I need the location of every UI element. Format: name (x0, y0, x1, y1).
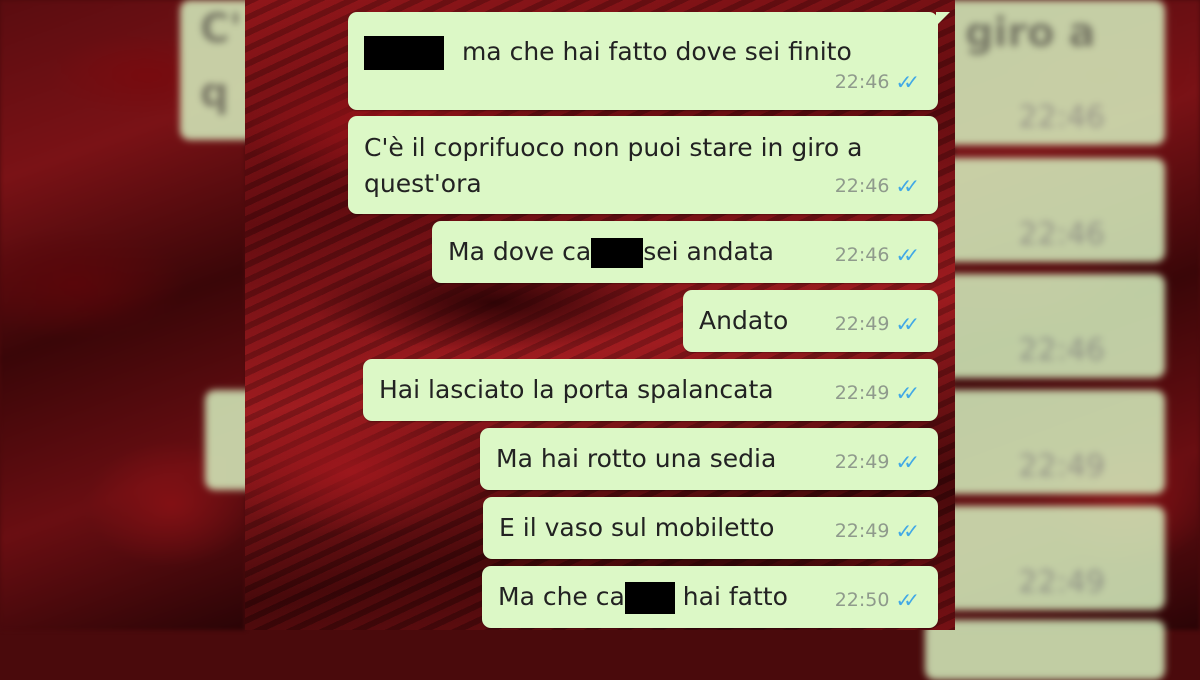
blurred-bubble: 22:49 (925, 506, 1165, 610)
message-bubble[interactable]: ma che hai fatto dove sei finito 22:46 ✓… (348, 12, 950, 110)
message-meta: 22:49 ✓✓ (835, 513, 920, 549)
message-meta: 22:49 ✓✓ (835, 306, 920, 342)
blurred-text: C' (200, 6, 242, 52)
message-time: 22:46 (834, 175, 890, 197)
redaction-box (624, 582, 675, 614)
redaction-box (364, 36, 444, 70)
message-time: 22:46 (834, 71, 890, 93)
message-text: Ma dove ca sei andata (448, 237, 774, 268)
message-text: E il vaso sul mobiletto (499, 513, 775, 542)
message-time: 22:49 (834, 313, 890, 335)
message-meta: 22:49 ✓✓ (835, 375, 920, 411)
message-bubble[interactable]: Ma che ca hai fatto 22:50 ✓✓ (482, 566, 938, 628)
message-meta: 22:50 ✓✓ (835, 582, 920, 618)
blurred-background-left: C' q (0, 0, 265, 630)
blurred-bubble: giro a 22:46 (925, 0, 1165, 145)
message-text: Andato (699, 306, 789, 335)
double-check-read-icon: ✓✓ (895, 174, 919, 198)
message-text: Ma hai rotto una sedia (496, 444, 777, 473)
double-check-read-icon: ✓✓ (895, 519, 919, 543)
blurred-bubble: 22:46 (925, 158, 1165, 262)
message-meta: 22:49 ✓✓ (835, 444, 920, 480)
blurred-bubble: 22:46 (925, 274, 1165, 378)
message-time: 22:50 (834, 589, 890, 611)
blurred-time: 22:46 (1018, 217, 1105, 252)
message-meta: 22:46 ✓✓ (835, 168, 920, 204)
bubble-tail (936, 12, 950, 26)
message-bubble[interactable]: Ma dove ca sei andata 22:46 ✓✓ (432, 221, 938, 283)
blurred-time: 22:49 (1018, 449, 1105, 484)
blurred-time: 22:46 (1018, 333, 1105, 368)
double-check-read-icon: ✓✓ (895, 588, 919, 612)
message-bubble[interactable]: E il vaso sul mobiletto 22:49 ✓✓ (483, 497, 938, 559)
message-bubble[interactable]: Hai lasciato la porta spalancata 22:49 ✓… (363, 359, 938, 421)
blurred-text: giro a (965, 10, 1096, 56)
message-text: Ma che ca hai fatto (498, 579, 788, 615)
blurred-time: 22:46 (1018, 100, 1105, 135)
message-time: 22:49 (834, 382, 890, 404)
double-check-read-icon: ✓✓ (895, 450, 919, 474)
blurred-text: q (200, 70, 229, 116)
message-time: 22:49 (834, 520, 890, 542)
double-check-read-icon: ✓✓ (895, 70, 919, 94)
message-bubble[interactable]: Andato 22:49 ✓✓ (683, 290, 938, 352)
double-check-read-icon: ✓✓ (895, 312, 919, 336)
message-meta: 22:46 ✓✓ (835, 237, 920, 273)
message-text: C'è il coprifuoco non puoi stare in giro… (364, 133, 863, 198)
message-bubble[interactable]: Ma hai rotto una sedia 22:49 ✓✓ (480, 428, 938, 490)
redaction-box (591, 238, 644, 268)
double-check-read-icon: ✓✓ (895, 243, 919, 267)
message-text: Hai lasciato la porta spalancata (379, 375, 774, 404)
double-check-read-icon: ✓✓ (895, 381, 919, 405)
blurred-bubble (925, 620, 1165, 680)
message-text: ma che hai fatto dove sei finito (364, 34, 852, 70)
message-time: 22:46 (834, 244, 890, 266)
chat-screenshot: ma che hai fatto dove sei finito 22:46 ✓… (245, 0, 955, 630)
blurred-background-right: giro a 22:46 22:46 22:46 22:49 22:49 (925, 0, 1200, 680)
message-meta: 22:46 ✓✓ (835, 64, 920, 100)
message-bubble[interactable]: C'è il coprifuoco non puoi stare in giro… (348, 116, 938, 214)
blurred-bubble: 22:49 (925, 390, 1165, 494)
message-time: 22:49 (834, 451, 890, 473)
blurred-time: 22:49 (1018, 565, 1105, 600)
